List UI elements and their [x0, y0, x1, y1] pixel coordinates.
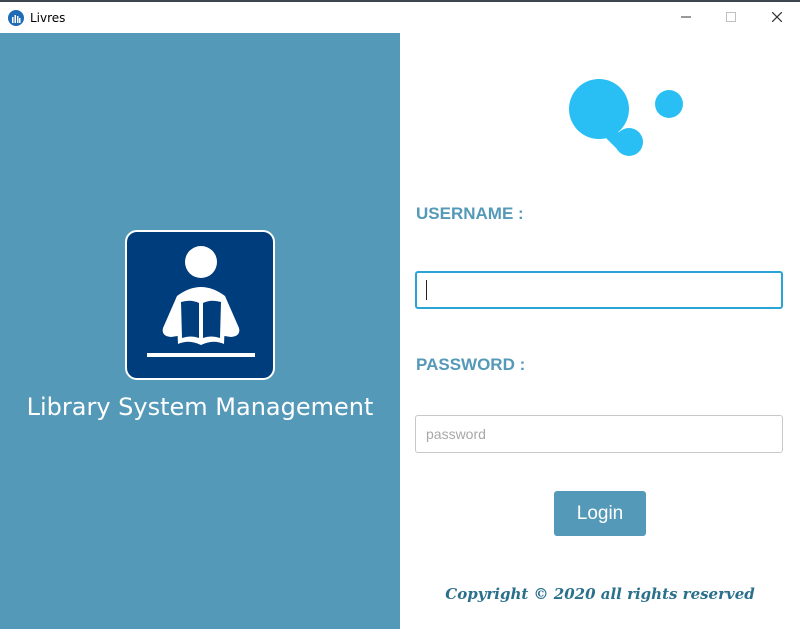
- login-button[interactable]: Login: [554, 491, 646, 536]
- username-input[interactable]: [415, 271, 783, 309]
- library-logo: [125, 230, 275, 380]
- window-title: Livres: [30, 11, 66, 25]
- close-icon: [772, 12, 782, 22]
- minimize-button[interactable]: [663, 2, 709, 32]
- minimize-icon: [681, 16, 691, 18]
- maximize-icon: [726, 12, 736, 22]
- username-label: USERNAME :: [416, 204, 524, 223]
- library-app-icon: [8, 10, 24, 26]
- text-cursor: [426, 280, 427, 300]
- brand-panel: Library System Management: [0, 33, 400, 629]
- close-button[interactable]: [754, 2, 800, 32]
- password-label: PASSWORD :: [416, 355, 526, 374]
- app-name: Library System Management: [26, 393, 374, 421]
- reader-book-icon: [147, 246, 255, 357]
- bubble-logo-icon: [569, 79, 683, 156]
- copyright-notice: Copyright © 2020 all rights reserved: [445, 585, 755, 603]
- password-input[interactable]: [415, 415, 783, 453]
- maximize-button[interactable]: [708, 2, 754, 32]
